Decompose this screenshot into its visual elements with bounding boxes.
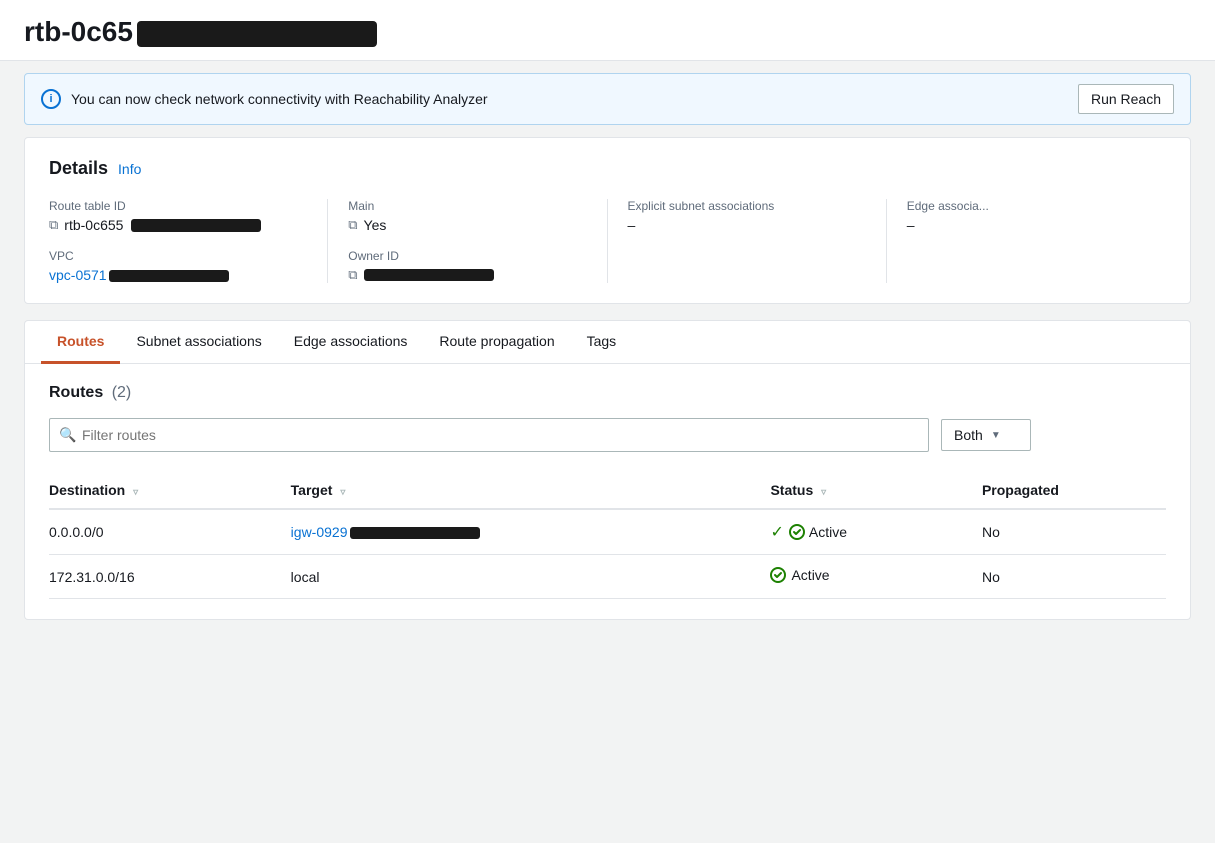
main-item: Main ⧉ Yes [348,199,586,233]
route-table-id-value: ⧉ rtb-0c655 [49,217,307,233]
propagated-cell-2: No [982,555,1166,599]
explicit-subnet-value: – [628,217,866,233]
copy-icon-owner[interactable]: ⧉ [348,267,357,283]
status-badge-1: ✓ Active [770,522,847,542]
routes-count: (2) [112,384,132,401]
col-target: Target ▿ [291,472,771,509]
sort-icon-target[interactable]: ▿ [340,487,345,498]
owner-id-item: Owner ID ⧉ [348,249,586,283]
routes-table: Destination ▿ Target ▿ Status ▿ Propagat… [49,472,1166,599]
details-col-3: Explicit subnet associations – [608,199,887,283]
filter-dropdown-button[interactable]: Both ▼ [941,419,1031,451]
info-banner: i You can now check network connectivity… [24,73,1191,125]
tab-subnet-associations[interactable]: Subnet associations [120,321,277,364]
banner-text: You can now check network connectivity w… [71,91,488,107]
owner-id-label: Owner ID [348,249,586,263]
run-reachability-button[interactable]: Run Reach [1078,84,1174,114]
main-label: Main [348,199,586,213]
status-cell-1: ✓ Active [770,509,982,555]
search-input[interactable] [49,418,929,452]
main-value: ⧉ Yes [348,217,586,233]
details-col-1: Route table ID ⧉ rtb-0c655 VPC vpc-0571 [49,199,328,283]
status-badge-2: Active [770,567,829,583]
tabs-container: Routes Subnet associations Edge associat… [24,320,1191,364]
tabs-row: Routes Subnet associations Edge associat… [25,321,1190,364]
vpc-value: vpc-0571 [49,267,307,283]
col-propagated: Propagated [982,472,1166,509]
destination-cell-1: 0.0.0.0/0 [49,509,291,555]
page-title: rtb-0c65 [24,16,1191,48]
owner-redacted [364,269,494,281]
col-status: Status ▿ [770,472,982,509]
edge-assoc-value: – [907,217,1166,233]
info-icon: i [41,89,61,109]
details-header: Details Info [49,158,1166,179]
copy-icon-rtb[interactable]: ⧉ [49,217,58,233]
table-row: 0.0.0.0/0 igw-0929 ✓ Active [49,509,1166,555]
edge-assoc-item: Edge associa... – [907,199,1166,233]
status-cell-2: Active [770,555,982,599]
tab-routes[interactable]: Routes [41,321,120,364]
route-table-id-item: Route table ID ⧉ rtb-0c655 [49,199,307,233]
search-container: 🔍 [49,418,929,452]
explicit-subnet-label: Explicit subnet associations [628,199,866,213]
filter-bar: 🔍 Both ▼ [49,418,1166,452]
routes-section: Routes (2) 🔍 Both ▼ Destination ▿ Target… [24,364,1191,620]
rtb-prefix: rtb-0c655 [64,217,123,233]
target-link-1[interactable]: igw-0929 [291,524,480,540]
target-cell-2: local [291,555,771,599]
copy-icon-main[interactable]: ⧉ [348,217,357,233]
table-row: 172.31.0.0/16 local Active No [49,555,1166,599]
sort-icon-status[interactable]: ▿ [821,487,826,498]
banner-content: i You can now check network connectivity… [41,89,488,109]
page-header: rtb-0c65 [0,0,1215,61]
route-table-id-label: Route table ID [49,199,307,213]
explicit-subnet-item: Explicit subnet associations – [628,199,866,233]
title-redacted-block [137,21,377,47]
target-cell-1: igw-0929 [291,509,771,555]
owner-id-value: ⧉ [348,267,586,283]
vpc-label: VPC [49,249,307,263]
propagated-cell-1: No [982,509,1166,555]
rtb-redacted [131,219,261,232]
active-status-circle-1: Active [789,524,847,540]
details-col-4: Edge associa... – [887,199,1166,283]
status-icon-1: ✓ [770,522,783,542]
details-title: Details [49,158,108,179]
search-icon: 🔍 [59,427,76,444]
edge-assoc-label: Edge associa... [907,199,1166,213]
vpc-redacted [109,270,229,282]
details-col-2: Main ⧉ Yes Owner ID ⧉ [328,199,607,283]
sort-icon-destination[interactable]: ▿ [133,487,138,498]
vpc-item: VPC vpc-0571 [49,249,307,283]
target-redacted-1 [350,527,480,539]
destination-cell-2: 172.31.0.0/16 [49,555,291,599]
tab-edge-associations[interactable]: Edge associations [278,321,424,364]
vpc-link[interactable]: vpc-0571 [49,267,229,283]
dropdown-arrow-icon: ▼ [991,430,1001,441]
details-grid: Route table ID ⧉ rtb-0c655 VPC vpc-0571 … [49,199,1166,283]
details-section: Details Info Route table ID ⧉ rtb-0c655 … [24,137,1191,304]
tab-tags[interactable]: Tags [571,321,633,364]
dropdown-label: Both [954,427,983,443]
routes-header: Routes (2) [49,384,1166,402]
info-link[interactable]: Info [118,161,141,177]
tab-route-propagation[interactable]: Route propagation [423,321,570,364]
col-destination: Destination ▿ [49,472,291,509]
